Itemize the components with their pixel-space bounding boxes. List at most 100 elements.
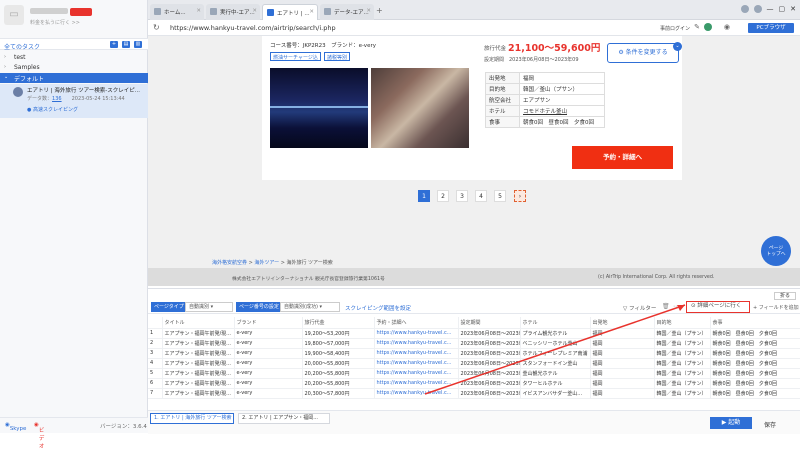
- hotel-link[interactable]: コモドホテル釜山: [519, 105, 605, 117]
- table-cell: 福岡: [590, 388, 655, 399]
- page-type-select[interactable]: 自動識別 ▾: [185, 302, 233, 312]
- close-icon[interactable]: ✕: [366, 8, 371, 14]
- reserve-detail-button[interactable]: 予約・詳細へ: [572, 146, 673, 169]
- plan-badge[interactable]: [70, 8, 92, 16]
- info-row: 目的地 韓国／釜山（プサン）: [485, 83, 605, 95]
- table-cell: 19,900〜58,400円: [302, 348, 375, 359]
- video-link[interactable]: ◉ ビデオ: [34, 422, 44, 450]
- folder-test[interactable]: › test: [0, 53, 148, 63]
- start-button[interactable]: ▶ 起動: [710, 417, 752, 429]
- table-cell: 朝食0回 昼食0回 夕食0回: [710, 388, 800, 399]
- task-count[interactable]: 136: [52, 96, 62, 102]
- more-icon[interactable]: ⋯: [673, 303, 679, 310]
- new-tab-icon[interactable]: +: [376, 6, 383, 15]
- column-header[interactable]: ブランド: [234, 317, 303, 329]
- refresh-icon[interactable]: ↻: [153, 23, 160, 32]
- table-cell: 韓国／釜山（プサン）: [654, 358, 711, 369]
- table-row[interactable]: 7 エアプサン・福岡午前発/現... e-very 20,300〜57,800円 htt…: [148, 388, 800, 399]
- next-page-button[interactable]: ›: [514, 190, 526, 202]
- settings-icon[interactable]: [740, 5, 749, 13]
- folder-samples[interactable]: › Samples: [0, 63, 148, 73]
- table-row[interactable]: 2 エアプサン・福岡午前発/現... e-very 19,800〜57,000円 htt…: [148, 338, 800, 349]
- trash-icon[interactable]: 🗑: [662, 303, 670, 310]
- go-detail-button[interactable]: ⊙ 詳細ページに行く: [686, 301, 750, 313]
- breadcrumb-link[interactable]: 海外ツアー: [254, 260, 279, 266]
- table-cell: e-very: [234, 338, 303, 349]
- page-2[interactable]: 2: [437, 190, 449, 202]
- page-5[interactable]: 5: [494, 190, 506, 202]
- column-header[interactable]: ホテル: [520, 317, 591, 329]
- table-cell: 20,300〜57,800円: [302, 388, 375, 399]
- column-header[interactable]: 予約・詳細へ: [374, 317, 459, 329]
- filter-label: フィルター: [628, 306, 657, 312]
- page-1[interactable]: 1: [418, 190, 430, 202]
- eye-icon[interactable]: ◉: [724, 23, 730, 31]
- column-header[interactable]: タイトル: [162, 317, 235, 329]
- task-item[interactable]: エアトリ | 海外旅行 ツアー検索-スクレイピ... データ数：136 2023…: [0, 84, 148, 118]
- bottom-bar: 1. エアトリ | 海外旅行 ツアー検索 2. エアトリ | エアプサン・福岡.…: [148, 410, 800, 434]
- column-header[interactable]: [148, 317, 163, 329]
- import-icon[interactable]: ▤: [122, 41, 130, 48]
- breadcrumb-link[interactable]: 海外格安航空券: [212, 260, 247, 266]
- column-header[interactable]: 旅行代金: [302, 317, 375, 329]
- page-number-select[interactable]: 自動識別(成功) ▾: [280, 302, 340, 312]
- page-tab-2[interactable]: 2. エアトリ | エアプサン・福岡...: [238, 413, 330, 424]
- new-folder-icon[interactable]: +: [110, 41, 118, 48]
- table-row[interactable]: 1 エアプサン・福岡午前発/現... e-very 19,200〜53,200円 htt…: [148, 328, 800, 339]
- table-row[interactable]: 5 エアプサン・福岡午前発/現... e-very 20,200〜55,800円 htt…: [148, 368, 800, 379]
- column-header[interactable]: 目的地: [654, 317, 711, 329]
- all-tasks-label[interactable]: 全てのタスク: [4, 42, 40, 51]
- page-tab-1[interactable]: 1. エアトリ | 海外旅行 ツアー検索: [150, 413, 234, 424]
- address-bar: ↻ https://www.hankyu-travel.com/airtrip/…: [148, 20, 800, 36]
- tab-airtrip[interactable]: エアトリ | ... ✕: [262, 4, 318, 20]
- column-header[interactable]: 食事: [710, 317, 800, 329]
- night-bridge-photo: [270, 68, 368, 148]
- pc-browser-button[interactable]: PCブラウザ: [748, 23, 794, 33]
- tab-home[interactable]: ホーム... ✕: [150, 4, 204, 20]
- table-row[interactable]: 3 エアプサン・福岡午前発/現... e-very 19,900〜58,400円 htt…: [148, 348, 800, 359]
- edit-icon[interactable]: ✎: [694, 23, 700, 31]
- video-label: ビデオ: [38, 428, 45, 450]
- close-icon[interactable]: ✕: [252, 8, 257, 14]
- tab-running[interactable]: 実行中-エア... ✕: [206, 4, 260, 20]
- page-icon: [267, 9, 274, 16]
- cloud-status[interactable]: ● 高速スクレイピング: [27, 106, 78, 113]
- maximize-icon[interactable]: ▢: [779, 5, 786, 13]
- breadcrumb: 海外格安航空券 > 海外ツアー > 海外旅行 ツアー検索: [212, 260, 333, 266]
- table-row[interactable]: 6 エアプサン・福岡午前発/現... e-very 20,200〜55,800円 htt…: [148, 378, 800, 389]
- export-icon[interactable]: ▥: [134, 41, 142, 48]
- table-cell: 2023年06月08日〜2023年...: [458, 388, 521, 399]
- close-icon[interactable]: ✕: [309, 9, 314, 15]
- help-icon[interactable]: [753, 5, 762, 13]
- chevron-down-icon[interactable]: ⌄: [673, 42, 682, 51]
- robot-icon: [13, 87, 23, 97]
- column-header[interactable]: 設定期間: [458, 317, 521, 329]
- table-cell: 20,000〜55,800円: [302, 358, 375, 369]
- page-top-button[interactable]: ページ トップへ: [761, 236, 791, 266]
- count-label: データ数: [27, 96, 48, 102]
- tab-data[interactable]: データ-エア... ✕: [320, 4, 374, 20]
- minimize-icon[interactable]: —: [767, 5, 774, 13]
- folder-default[interactable]: ⌄ デフォルト: [0, 73, 148, 83]
- skype-link[interactable]: ◉ Skype: [5, 422, 26, 432]
- scrape-range-link[interactable]: スクレイピング範囲を設定: [345, 304, 411, 312]
- add-field-button[interactable]: + フィールドを追加: [753, 304, 799, 311]
- page-4[interactable]: 4: [475, 190, 487, 202]
- close-icon[interactable]: ✕: [196, 8, 201, 14]
- table-cell: https://www.hankyu-travel.c...: [374, 358, 459, 369]
- table-row[interactable]: 4 エアプサン・福岡午前発/現... e-very 20,000〜55,800円 htt…: [148, 358, 800, 369]
- status-icon: [704, 23, 712, 31]
- fold-button[interactable]: 折る: [774, 292, 796, 300]
- price-label: 旅行代金: [484, 46, 507, 52]
- save-button[interactable]: 保存: [764, 420, 776, 429]
- login-button[interactable]: 事前ログイン: [660, 25, 690, 32]
- close-window-icon[interactable]: ✕: [790, 5, 796, 13]
- column-header[interactable]: 出発地: [590, 317, 655, 329]
- table-cell: 韓国／釜山（プサン）: [654, 368, 711, 379]
- url-field[interactable]: https://www.hankyu-travel.com/airtrip/se…: [170, 24, 336, 32]
- change-conditions-button[interactable]: ⚙ 条件を変更する: [607, 43, 679, 63]
- table-cell: e-very: [234, 358, 303, 369]
- filter-button[interactable]: ▽ フィルター: [623, 304, 656, 312]
- page-3[interactable]: 3: [456, 190, 468, 202]
- upgrade-link[interactable]: 料金を払うに行く >>: [30, 19, 80, 26]
